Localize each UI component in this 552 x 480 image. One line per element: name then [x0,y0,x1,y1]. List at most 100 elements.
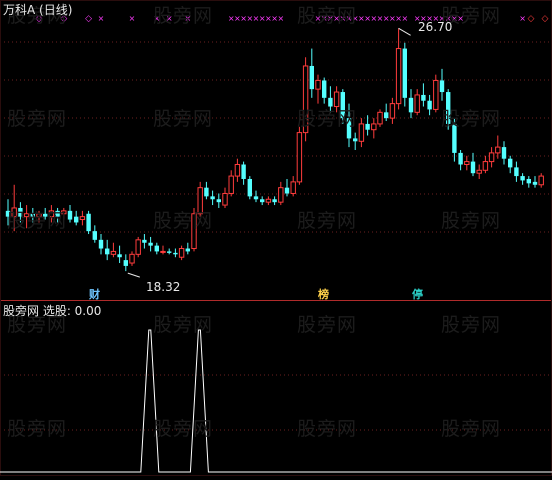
high-price-label: 26.70 [418,20,453,34]
candle-body-down [514,167,519,177]
candle-body-up [488,152,495,163]
candle-body-up [228,175,234,194]
candle-body-up [110,250,117,255]
candle-body-down [67,210,73,220]
candle-body-down [309,65,314,90]
watermark-text: 股旁网 [153,418,214,440]
candle-body-up [433,79,439,110]
tag-suspended[interactable]: 停 [410,288,425,301]
candle-body-up [129,253,135,264]
candle-body-down [105,248,110,255]
candle-body-down [86,213,91,232]
candle-body-up [234,163,241,177]
candle-body-down [470,161,476,174]
candle-body-down [74,216,79,223]
candle-body-down [284,187,290,194]
chart-title: 万科A (日线) [3,3,73,17]
candle-body-down [123,260,128,266]
candle-body-down [154,245,159,252]
candle-body-down [421,94,426,101]
high-pointer [398,27,411,36]
candle-body-up [79,216,86,221]
candle-body-up [482,161,489,171]
candle-body-up [160,250,166,253]
watermark-text: 股旁网 [7,108,68,130]
candle-body-down [322,80,327,98]
candle-body-up [296,132,303,183]
low-price-label: 18.32 [146,280,181,294]
watermark-text: 股旁网 [297,210,358,232]
candle-body-down [173,252,178,255]
candle-body-down [384,112,389,119]
signal-marker-cross: × [401,14,408,23]
watermark-text: 股旁网 [297,314,358,336]
signal-marker-cross: × [129,14,136,23]
candle-body-up [222,192,228,206]
candle-body-down [167,251,172,253]
candle-body-up [538,175,544,186]
candle-body-down [402,48,407,98]
chart-border [0,0,552,476]
candle-body-up [389,103,396,119]
candle-body-up [495,146,501,154]
signal-marker-diamond: ◇ [85,14,92,24]
tag-ranking[interactable]: 榜 [316,288,331,301]
candle-body-down [458,152,463,165]
watermark-text: 股旁网 [441,314,502,336]
candle-body-up [290,181,296,194]
candle-body-down [204,187,209,197]
candle-body-down [272,199,277,203]
low-pointer [127,272,140,278]
candle-body-down [142,239,147,243]
tag-financial[interactable]: 财 [87,288,102,301]
watermark-text: 股旁网 [153,108,214,130]
candle-body-down [526,178,531,184]
watermark-text: 股旁网 [153,210,214,232]
signal-marker-cross: × [277,14,284,23]
watermark-text: 股旁网 [297,108,358,130]
watermark-text: 股旁网 [441,418,502,440]
indicator-label: 股旁网 选股: 0.00 [3,304,102,318]
candle-body-down [520,176,525,181]
candle-body-up [464,161,470,165]
candle-body-up [358,123,365,142]
candle-body-down [241,164,246,179]
candle-body-down [508,158,513,168]
signal-marker-diamond: ◇ [528,14,535,24]
candle-body-up [278,187,284,203]
candle-body-up [371,123,377,131]
candle-body-down [148,242,153,246]
chart-window: 股旁网 股旁网 股旁网 股旁网 股旁网 股旁网 股旁网 股旁网 股旁网 股旁网 股旁网 股旁网 股旁网股… [0,0,552,476]
candle-body-up [377,111,383,125]
candle-body-up [315,79,321,90]
candle-body-down [253,196,259,200]
candle-body-down [439,80,445,93]
watermark-text: 股旁网 [297,418,358,440]
candle-body-down [353,138,358,142]
candle-body-down [501,147,507,159]
stock-chart[interactable]: ◇ ◇ ◇ × × × × × × × × × × × × × × × × × × × × × × × × × × × × × × × × × × × × ×… [0,0,552,476]
watermark-text: 股旁网 [441,210,502,232]
watermark-text: 股旁网 [153,314,214,336]
candle-body-down [210,196,215,200]
candle-body-down [185,248,190,252]
candle-body-down [408,97,414,113]
candle-body-down [98,239,104,249]
signal-marker-cross: × [519,14,526,23]
candle-body-up [135,239,141,255]
candle-body-down [247,178,252,197]
candle-body-down [92,231,97,240]
candle-body-up [395,48,402,105]
candle-body-down [532,181,538,185]
candle-body-up [476,169,482,174]
candle-body-up [414,94,420,113]
candle-body-down [216,199,221,203]
candle-body-down [117,254,122,258]
watermark-text: 股旁网 [153,5,214,27]
watermark-text: 股旁网 [7,418,68,440]
watermark-text: 股旁网 [441,108,502,130]
candle-body-down [427,100,432,110]
candle-body-down [365,123,370,130]
candle-body-up [265,198,272,203]
watermark-text: 股旁网 [7,210,68,232]
